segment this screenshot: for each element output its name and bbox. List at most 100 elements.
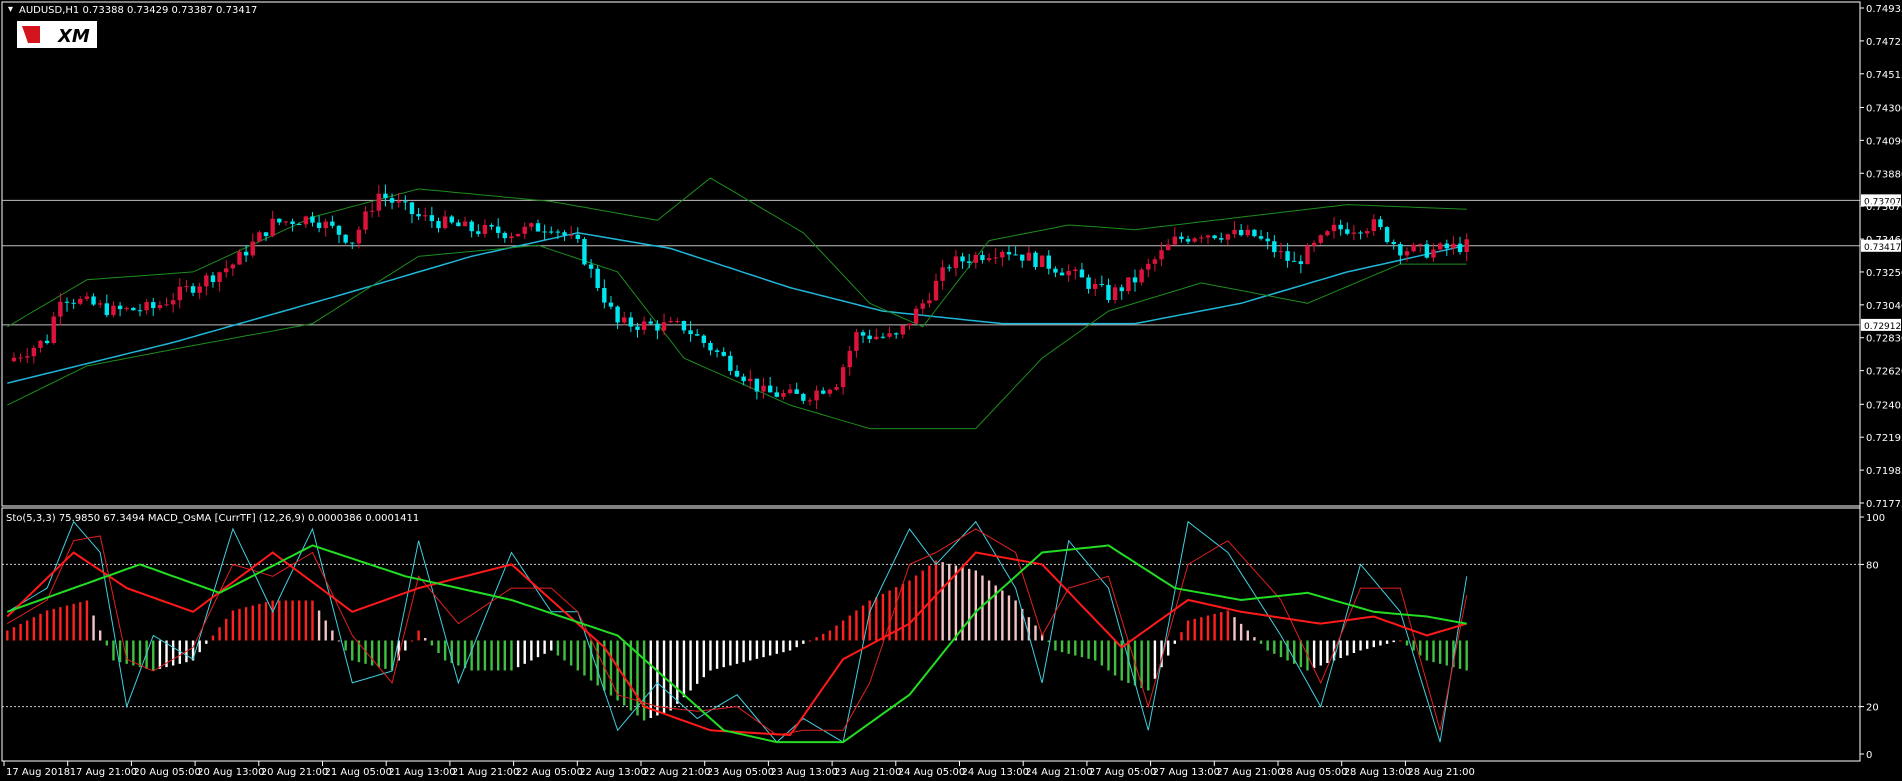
candle-body <box>635 326 640 330</box>
candle-body <box>476 231 481 234</box>
candle-body <box>170 300 176 305</box>
candle-body <box>469 221 474 232</box>
candle-body <box>1185 239 1191 242</box>
osma-bar <box>881 593 885 641</box>
osma-bar <box>868 600 871 641</box>
candle-body <box>111 305 116 316</box>
osma-bar <box>1352 640 1356 653</box>
osma-bar <box>802 640 805 644</box>
price-tick-label: 0.74935 <box>1866 4 1902 15</box>
candle-body <box>1205 235 1211 238</box>
osma-bar <box>768 640 772 656</box>
candle-body <box>509 236 514 239</box>
candle-body <box>675 320 680 322</box>
candle-body <box>515 233 521 237</box>
candle-body <box>369 210 375 212</box>
candle-body <box>243 251 249 256</box>
price-tick-label: 0.72620 <box>1866 367 1902 378</box>
osma-bar <box>516 640 520 668</box>
candle-body <box>489 224 494 227</box>
candle-body <box>436 221 441 229</box>
candle-body <box>1232 229 1237 235</box>
candle-body <box>588 264 594 269</box>
candle-body <box>1119 287 1124 292</box>
osma-bar <box>735 640 739 664</box>
candle-body <box>1398 244 1403 256</box>
candle-body <box>31 347 37 357</box>
osma-bar <box>1200 617 1203 641</box>
candle-body <box>1212 235 1217 239</box>
candle-body <box>356 229 362 244</box>
osma-bar <box>65 605 69 641</box>
candle-body <box>1265 238 1270 242</box>
candle-body <box>1053 268 1058 273</box>
osma-bar <box>974 570 978 641</box>
osma-bar <box>1279 640 1283 658</box>
osma-bar <box>715 640 719 669</box>
osma-bar <box>1465 640 1468 671</box>
candle-body <box>336 225 342 235</box>
candle-body <box>874 336 879 340</box>
osma-bar <box>510 640 513 671</box>
osma-bar <box>19 623 22 641</box>
osma-bar <box>1107 640 1110 671</box>
osma-bar <box>569 640 573 666</box>
candle-body <box>641 321 647 330</box>
time-tick-label: 22 Aug 05:00 <box>516 767 583 778</box>
osma-bar <box>583 640 586 676</box>
osma-bar <box>981 575 984 641</box>
osma-bar <box>642 640 646 721</box>
candle-body <box>1066 271 1071 276</box>
candle-body <box>1152 259 1158 264</box>
candle-body <box>714 350 720 352</box>
price-tick-label: 0.74090 <box>1866 136 1902 147</box>
candle-body <box>1033 252 1038 267</box>
osma-bar <box>244 607 248 641</box>
osma-bar <box>105 640 109 646</box>
price-tick-label: 0.74515 <box>1866 70 1902 81</box>
candle-body <box>522 226 527 234</box>
time-tick-label: 22 Aug 13:00 <box>579 767 646 778</box>
candle-body <box>1112 287 1118 301</box>
osma-bar <box>337 640 341 642</box>
candle-body <box>217 272 222 283</box>
candle-body <box>1384 227 1390 243</box>
candle-body <box>296 224 302 226</box>
candle-body <box>343 234 348 243</box>
osma-bar <box>967 568 971 641</box>
osma-bar <box>822 633 825 641</box>
osma-bar <box>457 640 460 666</box>
osma-bar <box>1087 640 1090 659</box>
candle-body <box>834 387 839 390</box>
osma-bar <box>841 620 845 641</box>
candle-body <box>58 301 63 317</box>
candle-body <box>1039 255 1045 267</box>
osma-bar <box>304 600 308 641</box>
candle-body <box>1272 241 1277 253</box>
osma-bar <box>596 640 599 686</box>
osma-bar <box>1312 640 1316 668</box>
candle-body <box>1013 254 1018 256</box>
candle-body <box>409 202 415 215</box>
osma-bar <box>616 640 619 701</box>
candle-body <box>330 221 335 226</box>
osma-bar <box>855 610 858 641</box>
osma-bar <box>6 630 9 641</box>
time-tick-label: 28 Aug 13:00 <box>1344 767 1411 778</box>
osma-bar <box>623 640 626 706</box>
time-tick-label: 27 Aug 05:00 <box>1089 767 1156 778</box>
indicator-tick-label: 80 <box>1866 560 1879 571</box>
candle-body <box>190 286 196 293</box>
osma-bar <box>503 640 507 671</box>
indicator-pane <box>1 507 1861 762</box>
xm-logo: XM <box>17 21 97 48</box>
osma-bar <box>948 563 951 641</box>
time-tick-label: 23 Aug 21:00 <box>834 767 901 778</box>
candle-body <box>157 305 163 309</box>
candle-body <box>1086 277 1091 289</box>
dropdown-arrow-icon[interactable]: ▾ <box>8 4 13 15</box>
candle-body <box>821 390 826 394</box>
osma-bar <box>1425 640 1429 661</box>
chart-svg[interactable]: 0.737070.734170.729120.749350.747250.745… <box>0 0 1902 781</box>
osma-bar <box>934 560 938 641</box>
